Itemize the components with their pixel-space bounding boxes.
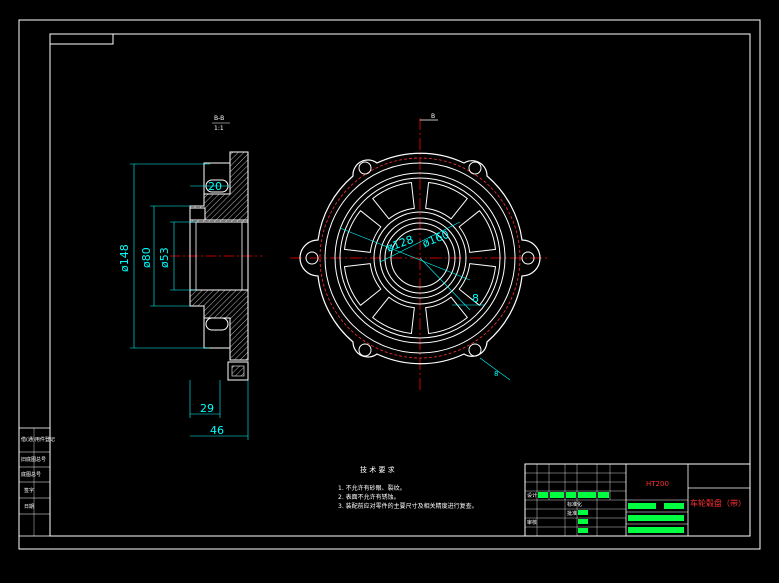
inner-frame [49, 33, 751, 537]
dim-d148: ø148 [118, 244, 131, 272]
title-grid [525, 464, 626, 536]
label-design: 设计 [527, 492, 537, 499]
part-name: 车轮毂盘（带） [690, 498, 746, 508]
section-body-lower [189, 289, 249, 361]
material-label: HT200 [646, 480, 669, 488]
dim-46: 46 [210, 424, 224, 437]
section-slot-bottom [205, 317, 229, 331]
cad-drawing: 借(通)用件登记 旧底图总号 底图总号 签字 日期 B-B 1:1 ø148 ø… [18, 19, 761, 550]
technical-requirements: 技 术 要 求 1. 不允许有砂眼、裂纹。 2. 表面不允许有锈蚀。 3. 装配… [338, 465, 478, 510]
label-review: 审核 [527, 519, 537, 526]
tech-item-3: 3. 装配前应对零件的主要尺寸及相关精度进行复查。 [338, 502, 478, 510]
dim-8: 8 [472, 292, 479, 305]
label-approve: 批准 [567, 510, 577, 517]
bolt-hole [468, 161, 482, 175]
section-marker: B [431, 113, 435, 120]
title-block: 设计 审核 标准化 批准 HT200 车轮毂盘（带） [524, 463, 751, 537]
bolt-hole [358, 161, 372, 175]
label-standard: 标准化 [567, 501, 582, 508]
dim-8b: 8 [494, 370, 498, 378]
strip-cell-1: 借(通)用件登记 [21, 436, 55, 443]
front-view: B ø128 ø160 8 8 [290, 113, 550, 390]
dim-d80: ø80 [140, 247, 153, 268]
tech-heading: 技 术 要 求 [360, 465, 395, 474]
strip-cell-4: 签字 [24, 487, 34, 494]
section-label: B-B [214, 115, 224, 122]
section-scale: 1:1 [214, 125, 224, 132]
tech-item-1: 1. 不允许有砂眼、裂纹。 [338, 484, 406, 492]
strip-cell-5: 日期 [24, 504, 34, 510]
section-flange-bottom [203, 317, 231, 349]
dim-29: 29 [200, 402, 214, 415]
bolt-hole [358, 343, 372, 357]
section-view: B-B 1:1 ø148 ø80 ø53 20 29 46 [118, 115, 262, 440]
strip-cell-3: 底图总号 [21, 471, 41, 478]
dim-d53: ø53 [158, 247, 171, 268]
code-box [49, 33, 114, 45]
dim-d128: ø128 [385, 233, 416, 255]
strip-cell-2: 旧底图总号 [21, 456, 46, 463]
tech-item-2: 2. 表面不允许有锈蚀。 [338, 493, 400, 501]
bolt-hole [468, 343, 482, 357]
dim-20: 20 [208, 180, 222, 193]
